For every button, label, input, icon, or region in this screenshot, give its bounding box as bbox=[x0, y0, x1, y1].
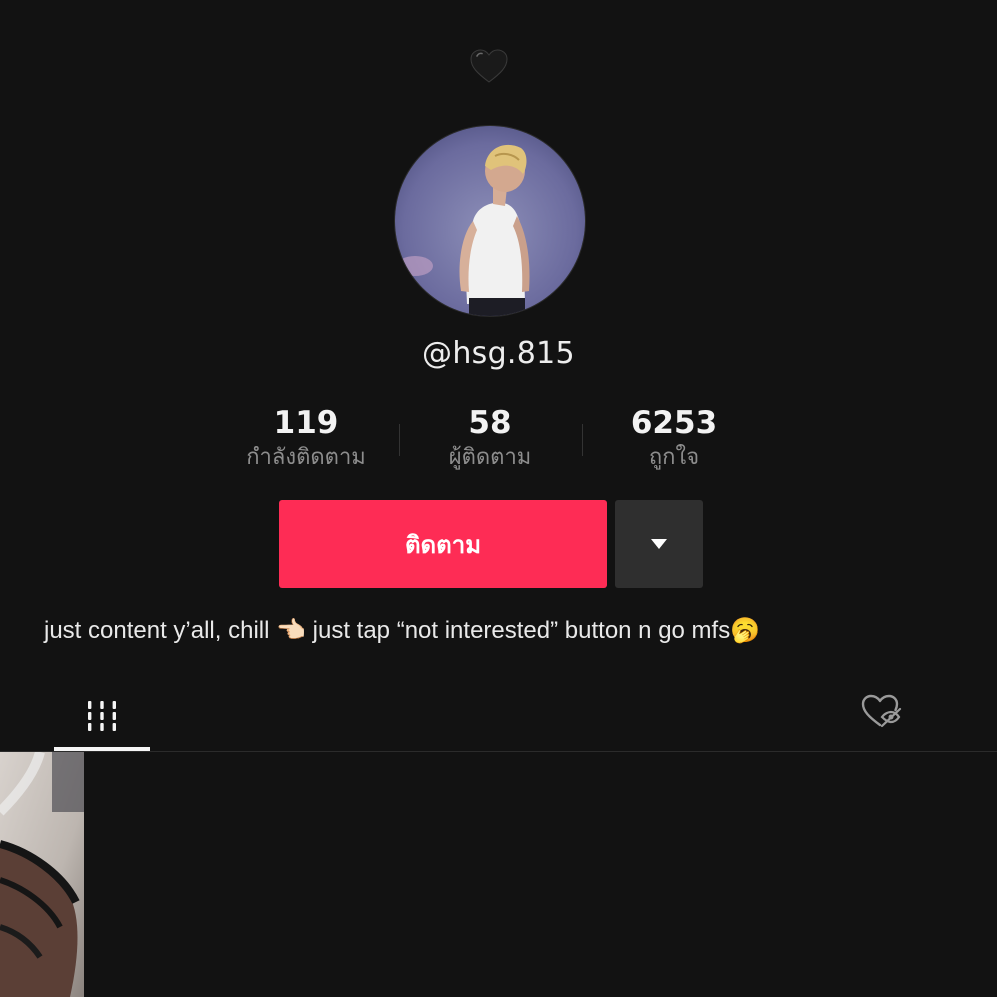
follow-button[interactable]: ติดตาม bbox=[279, 500, 607, 588]
black-heart-icon bbox=[469, 47, 509, 87]
video-thumbnail[interactable] bbox=[0, 752, 84, 997]
heart-hidden-icon bbox=[861, 694, 902, 728]
suggested-accounts-button[interactable] bbox=[615, 500, 703, 588]
following-label: กำลังติดตาม bbox=[246, 445, 366, 470]
stat-divider bbox=[582, 424, 583, 456]
profile-stats: 119 กำลังติดตาม 58 ผู้ติดตาม 6253 ถูกใจ bbox=[0, 404, 997, 484]
followers-label: ผู้ติดตาม bbox=[448, 445, 532, 470]
tab-liked-videos[interactable] bbox=[850, 680, 912, 742]
stat-following[interactable]: 119 กำลังติดตาม bbox=[216, 404, 396, 473]
active-tab-indicator bbox=[54, 747, 150, 751]
stat-likes: 6253 ถูกใจ bbox=[584, 404, 764, 473]
stat-followers[interactable]: 58 ผู้ติดตาม bbox=[400, 404, 580, 473]
following-count: 119 bbox=[273, 405, 339, 441]
grid-bars-icon bbox=[88, 700, 116, 731]
profile-tabs bbox=[0, 680, 997, 752]
avatar[interactable] bbox=[394, 125, 586, 317]
likes-label: ถูกใจ bbox=[648, 445, 700, 470]
caret-down-icon bbox=[651, 539, 667, 549]
followers-count: 58 bbox=[468, 405, 512, 441]
profile-bio: just content y’all, chill 👈🏻 just tap “n… bbox=[44, 617, 761, 644]
likes-count: 6253 bbox=[630, 405, 718, 441]
username: @hsg.815 bbox=[422, 336, 575, 371]
tab-videos[interactable] bbox=[54, 680, 150, 751]
